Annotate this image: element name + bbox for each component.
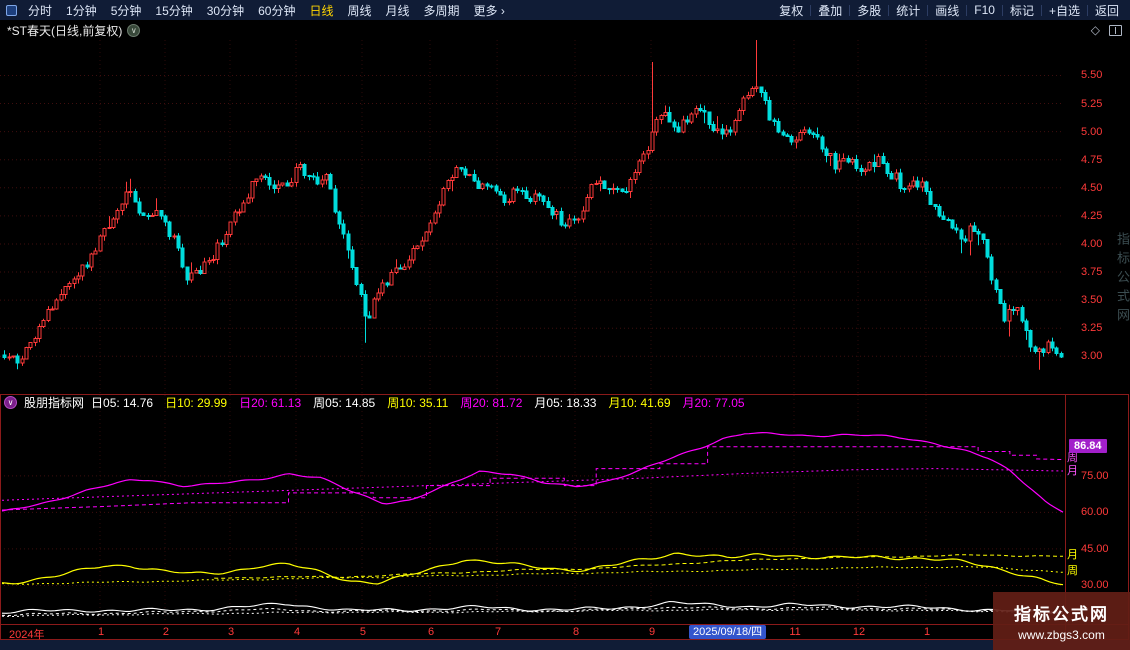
indicator-name[interactable]: 股朋指标网	[24, 394, 84, 411]
period-tab[interactable]: 更多 ›	[467, 2, 512, 19]
indicator-readout: 月20: 77.05	[683, 396, 745, 410]
panel-layout-icon[interactable]	[1109, 25, 1122, 36]
status-bar	[0, 640, 1130, 650]
toolbar-button[interactable]: 复权	[772, 2, 810, 19]
trading-app: 分时1分钟5分钟15分钟30分钟60分钟日线周线月线多周期更多 › 复权叠加多股…	[0, 0, 1130, 650]
indicator-axis-label: 45.00	[1081, 543, 1109, 555]
date-tick-label: 7	[495, 626, 501, 638]
price-label: 5.00	[1081, 126, 1102, 138]
period-tab[interactable]: 5分钟	[104, 2, 149, 19]
candlestick-chart[interactable]	[0, 40, 1130, 394]
date-tick-label: 4	[294, 626, 300, 638]
watermark: 指标公式网 www.zbgs3.com	[993, 592, 1130, 650]
indicator-header: ∨ 股朋指标网 日05: 14.76 日10: 29.99 日20: 61.13 周0…	[0, 395, 757, 410]
title-dropdown-icon[interactable]: ∨	[127, 24, 140, 37]
watermark-title: 指标公式网	[1014, 600, 1109, 625]
indicator-readout: 周20: 81.72	[460, 396, 522, 410]
price-label: 5.50	[1081, 69, 1102, 81]
year-label: 2024年	[9, 626, 44, 642]
price-label: 5.25	[1081, 98, 1102, 110]
toolbar-button[interactable]: F10	[967, 3, 1002, 17]
side-watermark: 指标公式网	[1113, 232, 1130, 327]
toolbar-actions: 复权叠加多股统计画线F10标记+自选返回	[772, 2, 1126, 19]
price-label: 4.00	[1081, 238, 1102, 250]
period-tab[interactable]: 30分钟	[200, 2, 251, 19]
indicator-value-badge: 86.84	[1069, 439, 1107, 453]
stock-title: *ST春天(日线,前复权)	[7, 22, 122, 39]
period-tab[interactable]: 日线	[302, 2, 340, 19]
watermark-url: www.zbgs3.com	[1018, 628, 1105, 642]
period-tab[interactable]: 15分钟	[148, 2, 199, 19]
period-tab[interactable]: 1分钟	[59, 2, 104, 19]
price-label: 3.75	[1081, 266, 1102, 278]
period-tab[interactable]: 周线	[340, 2, 378, 19]
line-tag: 周	[1067, 565, 1078, 578]
date-highlight-badge: 2025/09/18/四	[689, 625, 766, 639]
toolbar-button[interactable]: 返回	[1088, 2, 1126, 19]
indicator-chart[interactable]	[0, 394, 1130, 624]
indicator-readout: 日20: 61.13	[239, 396, 301, 410]
indicator-readout: 日05: 14.76	[91, 396, 153, 410]
toolbar-button[interactable]: 多股	[850, 2, 888, 19]
date-tick-label: 5	[360, 626, 366, 638]
price-label: 3.00	[1081, 350, 1102, 362]
toolbar-button[interactable]: 标记	[1003, 2, 1041, 19]
date-tick-label: 2	[163, 626, 169, 638]
period-toolbar: 分时1分钟5分钟15分钟30分钟60分钟日线周线月线多周期更多 › 复权叠加多股…	[0, 0, 1130, 20]
date-tick-label: 1	[98, 626, 104, 638]
date-tick-label: 11	[789, 626, 800, 638]
price-label: 3.50	[1081, 294, 1102, 306]
date-tick-label: 9	[649, 626, 655, 638]
toolbar-button[interactable]: 统计	[889, 2, 927, 19]
date-axis: 2024年 2025/09/18/四 12345678911121	[0, 624, 1129, 640]
indicator-dropdown-icon[interactable]: ∨	[4, 396, 17, 409]
price-label: 4.25	[1081, 210, 1102, 222]
indicator-readout: 日10: 29.99	[165, 396, 227, 410]
price-label: 4.50	[1081, 182, 1102, 194]
indicator-readout: 月05: 18.33	[534, 396, 596, 410]
period-tab[interactable]: 分时	[21, 2, 59, 19]
toolbar-button[interactable]: +自选	[1042, 2, 1087, 19]
toolbar-button[interactable]: 叠加	[811, 2, 849, 19]
indicator-readouts: 日05: 14.76 日10: 29.99 日20: 61.13 周05: 14.85…	[91, 394, 757, 411]
period-tab[interactable]: 60分钟	[251, 2, 302, 19]
indicator-axis-label: 75.00	[1081, 470, 1109, 482]
indicator-readout: 月10: 41.69	[608, 396, 670, 410]
price-label: 4.75	[1081, 154, 1102, 166]
line-tag: 周	[1067, 452, 1078, 465]
period-tab[interactable]: 月线	[379, 2, 417, 19]
indicator-readout: 周05: 14.85	[313, 396, 375, 410]
line-tag: 月	[1067, 465, 1078, 478]
toolbar-button[interactable]: 画线	[928, 2, 966, 19]
indicator-axis-label: 30.00	[1081, 579, 1109, 591]
date-tick-label: 1	[924, 626, 930, 638]
titlebar-right-icons: ◇	[1091, 23, 1122, 37]
indicator-readout: 周10: 35.11	[387, 396, 448, 410]
date-tick-label: 12	[853, 626, 865, 638]
indicator-axis-label: 60.00	[1081, 506, 1109, 518]
date-tick-label: 8	[573, 626, 579, 638]
date-tick-label: 3	[228, 626, 234, 638]
diamond-icon[interactable]: ◇	[1091, 23, 1100, 37]
price-label: 3.25	[1081, 322, 1102, 334]
period-tab[interactable]: 多周期	[417, 2, 467, 19]
line-tag: 月	[1067, 549, 1078, 562]
date-tick-label: 6	[428, 626, 434, 638]
app-window-icon[interactable]	[6, 5, 17, 16]
title-bar: *ST春天(日线,前复权) ∨ ◇	[0, 20, 1130, 40]
period-tabs: 分时1分钟5分钟15分钟30分钟60分钟日线周线月线多周期更多 ›	[21, 2, 512, 19]
